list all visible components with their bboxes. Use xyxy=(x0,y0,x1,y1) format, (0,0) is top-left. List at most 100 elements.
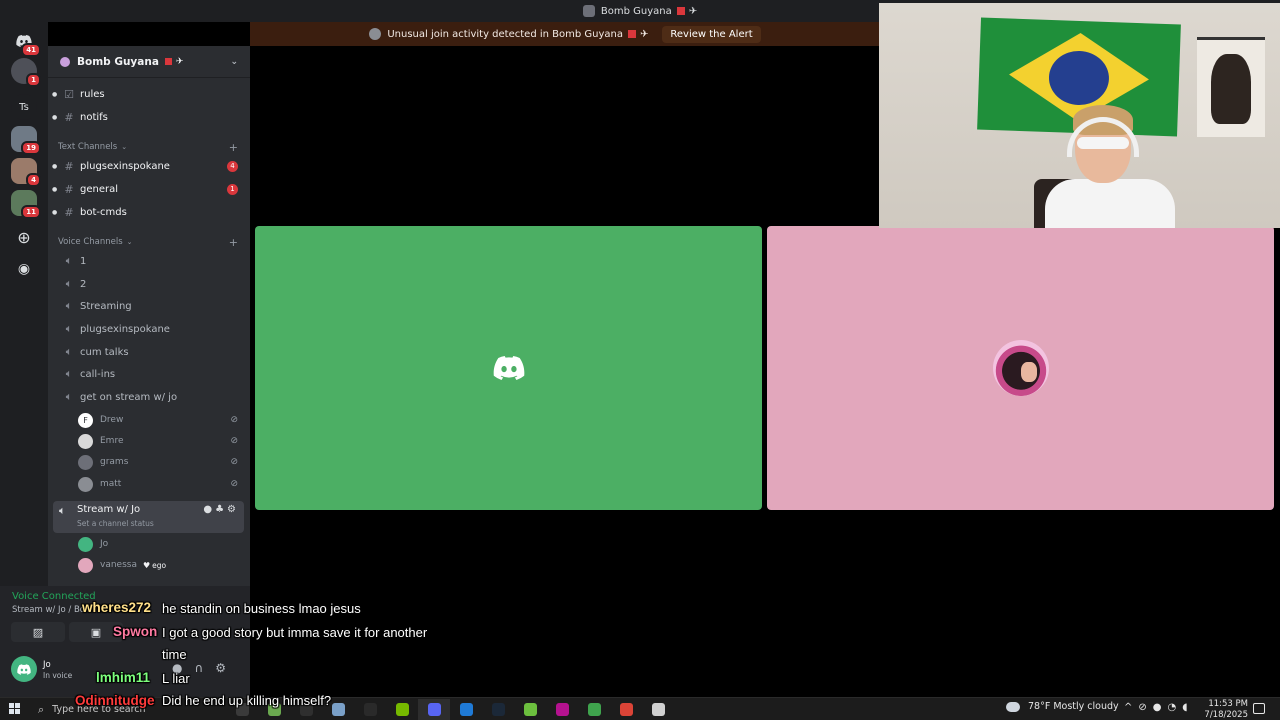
voice-channel-cum-talks[interactable]: 🔈︎ cum talks xyxy=(52,342,244,362)
chat-bubble-icon[interactable]: ● xyxy=(203,504,215,515)
channel-notifs[interactable]: ● # notifs xyxy=(52,107,244,127)
unread-indicator-icon: ● xyxy=(52,90,58,98)
hash-icon: # xyxy=(64,205,74,219)
voice-user-emre[interactable]: Emre ⊘ xyxy=(78,432,242,450)
category-text-channels[interactable]: Text Channels ⌄ + xyxy=(58,141,240,154)
voice-channel-stream-w-jo[interactable]: 🔈︎ Stream w/ Jo Set a channel status ●♣⚙ xyxy=(53,501,244,533)
channel-bot-cmds[interactable]: ● # bot-cmds xyxy=(52,202,244,222)
flag-icon xyxy=(676,7,685,15)
voice-user-jo[interactable]: Jo xyxy=(78,535,242,553)
voice-channel-get-on-stream[interactable]: 🔈︎ get on stream w/ jo xyxy=(52,387,244,407)
streamer-image xyxy=(1045,105,1175,228)
channel-plugsexinspokane[interactable]: ● # plugsexinspokane 4 xyxy=(52,156,244,176)
voice-user-drew[interactable]: F Drew ⊘ xyxy=(78,411,242,429)
notification-icon[interactable] xyxy=(1253,703,1265,714)
alert-text: Unusual join activity detected in Bomb G… xyxy=(387,28,623,40)
add-server-button[interactable]: ⊕ xyxy=(11,224,37,250)
voice-connected-channel[interactable]: Stream w/ Jo / Bo xyxy=(12,605,85,615)
voice-channel-streaming[interactable]: 🔈︎ Streaming xyxy=(52,296,244,316)
gear-icon[interactable]: ⚙ xyxy=(227,504,239,515)
voice-channel-call-ins[interactable]: 🔈︎ call-ins xyxy=(52,364,244,384)
chevron-up-icon[interactable]: ^ xyxy=(1124,702,1138,713)
chat-username: wheres272 xyxy=(82,600,152,615)
weather-widget[interactable]: 78°F Mostly cloudy xyxy=(1006,701,1119,712)
headphones-icon[interactable]: ∩ xyxy=(194,661,215,675)
taskbar-app-icon[interactable] xyxy=(514,699,546,720)
server-icon[interactable]: 19 xyxy=(11,126,41,155)
clock-date: 7/18/2025 xyxy=(1204,709,1248,720)
review-alert-button[interactable]: Review the Alert xyxy=(662,25,761,43)
category-voice-channels[interactable]: Voice Channels ⌄ + xyxy=(58,236,240,249)
server-icon[interactable]: 4 xyxy=(11,158,41,187)
taskbar-app-icon[interactable] xyxy=(482,699,514,720)
wifi-icon[interactable]: ◔ xyxy=(1168,702,1183,713)
chat-username: lmhim11 xyxy=(96,670,151,685)
poster-image xyxy=(1197,37,1265,137)
network-off-icon[interactable]: ⊘ xyxy=(1138,702,1152,713)
channel-tools: ●♣⚙ xyxy=(203,504,239,515)
voice-user-grams[interactable]: grams ⊘ xyxy=(78,453,242,471)
search-icon: ⌕ xyxy=(38,702,45,716)
flag-icon xyxy=(628,30,636,38)
taskbar-app-icon[interactable] xyxy=(610,699,642,720)
cloud-icon xyxy=(1006,701,1020,712)
camera-off-icon: ▨ xyxy=(32,625,44,639)
voice-channel-plugsexinspokane[interactable]: 🔈︎ plugsexinspokane xyxy=(52,319,244,339)
server-avatar-icon xyxy=(582,5,595,17)
app-icon xyxy=(459,703,473,716)
voice-channel-1[interactable]: 🔈︎ 1 xyxy=(52,251,244,271)
user-tag: ego xyxy=(152,560,167,570)
hash-icon: # xyxy=(64,110,74,124)
direct-messages-button[interactable]: 41 xyxy=(11,28,41,57)
video-tile-jo[interactable] xyxy=(255,226,762,510)
dm-avatar[interactable]: 1 xyxy=(11,58,41,87)
server-ts[interactable]: Ts xyxy=(11,94,37,120)
taskbar-app-icon[interactable] xyxy=(642,699,674,720)
taskbar-app-icon[interactable] xyxy=(450,699,482,720)
avatar xyxy=(78,454,93,470)
voice-user-matt[interactable]: matt ⊘ xyxy=(78,475,242,493)
mic-icon[interactable]: ● xyxy=(1153,702,1168,713)
system-tray[interactable]: ^⊘●◔◖ xyxy=(1124,702,1194,713)
guild-header[interactable]: Bomb Guyana ✈ ⌄ xyxy=(48,46,250,78)
invite-icon[interactable]: ♣ xyxy=(215,504,227,515)
avatar[interactable] xyxy=(11,656,37,682)
taskbar-app-icon[interactable] xyxy=(354,699,386,720)
chat-username: Spwon xyxy=(113,624,158,639)
taskbar-app-icon[interactable] xyxy=(418,699,450,720)
video-tile-vanessa[interactable] xyxy=(767,226,1274,510)
taskbar-clock[interactable]: 11:53 PM 7/18/2025 xyxy=(1200,699,1248,720)
avatar: F xyxy=(78,412,93,428)
create-channel-plus-icon[interactable]: + xyxy=(229,236,238,249)
weather-text: 78°F Mostly cloudy xyxy=(1028,701,1119,712)
rail-badge: 4 xyxy=(26,173,41,187)
taskbar-app-icon[interactable] xyxy=(386,699,418,720)
webcam-overlay xyxy=(879,3,1280,228)
windows-start-icon[interactable] xyxy=(9,703,21,715)
plane-icon: ✈ xyxy=(688,5,698,17)
volume-icon[interactable]: ◖ xyxy=(1182,702,1193,713)
guild-name: Bomb Guyana xyxy=(77,55,159,68)
voice-user-name: Emre xyxy=(100,436,124,446)
speaker-icon: 🔈︎ xyxy=(59,504,66,517)
avatar xyxy=(78,536,93,552)
guild-icon xyxy=(60,56,70,67)
channel-general[interactable]: ● # general 1 xyxy=(52,179,244,199)
chat-message: L liar xyxy=(162,671,190,686)
alert-banner: Unusual join activity detected in Bomb G… xyxy=(250,22,880,46)
channel-rules[interactable]: ● ☑ rules xyxy=(52,84,244,104)
app-icon xyxy=(491,703,505,716)
taskbar-app-icon[interactable] xyxy=(578,699,610,720)
taskbar-app-icon[interactable] xyxy=(546,699,578,720)
voice-channel-2[interactable]: 🔈︎ 2 xyxy=(52,274,244,294)
speaker-icon: 🔈︎ xyxy=(65,367,73,380)
camera-toggle-button[interactable]: ▨ xyxy=(11,622,65,642)
channel-name: plugsexinspokane xyxy=(80,160,170,172)
discover-button[interactable]: ◉ xyxy=(11,256,37,282)
create-channel-plus-icon[interactable]: + xyxy=(229,141,238,154)
channel-status[interactable]: Set a channel status xyxy=(77,519,154,528)
voice-user-vanessa[interactable]: vanessa ♥ ego xyxy=(78,556,242,574)
server-icon[interactable]: 11 xyxy=(11,190,41,219)
gear-icon[interactable]: ⚙ xyxy=(215,661,238,675)
channel-name: plugsexinspokane xyxy=(80,323,170,335)
